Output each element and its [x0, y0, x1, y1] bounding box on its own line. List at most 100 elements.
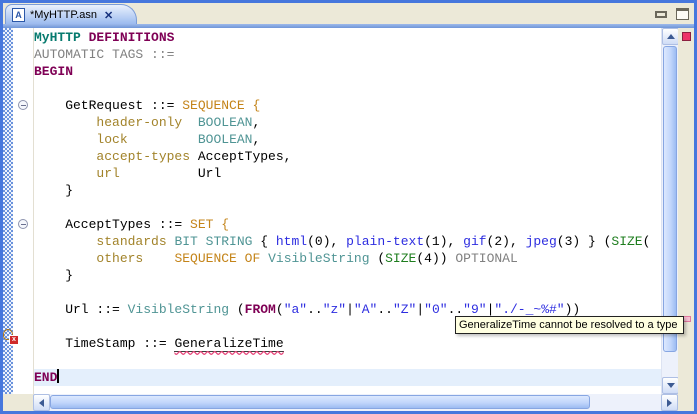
scroll-right-button[interactable] — [661, 394, 678, 411]
code-token: SIZE — [385, 251, 417, 266]
code-token: VisibleString — [268, 251, 370, 266]
horizontal-scrollbar[interactable] — [50, 394, 661, 411]
arrow-down-icon — [666, 383, 675, 388]
code-token: "a" — [283, 302, 308, 317]
code-token: , — [252, 132, 261, 147]
fold-collapse-icon[interactable] — [18, 219, 28, 229]
error-tooltip: GeneralizeTime cannot be resolved to a t… — [455, 316, 684, 334]
code-token: "./-_~%#" — [494, 302, 565, 317]
minimize-icon[interactable] — [655, 11, 667, 18]
vertical-scrollbar[interactable] — [661, 28, 679, 394]
horizontal-scrollbar-thumb[interactable] — [50, 395, 590, 409]
code-token: .. — [307, 302, 323, 317]
code-token: BOOLEAN — [197, 115, 253, 130]
code-token: .. — [377, 302, 393, 317]
code-token: ( — [275, 302, 284, 317]
code-token: MyHTTP — [34, 30, 81, 45]
code-token: )) — [564, 302, 581, 317]
tab-title: *MyHTTP.asn — [30, 9, 98, 21]
code-token: } — [34, 183, 74, 198]
editor-window: A *MyHTTP.asn ✕ x MyHTTP DEFINITIONS AUTO… — [0, 0, 697, 414]
code-token: gif — [463, 234, 487, 249]
scroll-left-button[interactable] — [33, 394, 50, 411]
code-token: } — [34, 268, 74, 283]
code-token: ( — [229, 302, 245, 317]
code-token: BEGIN — [34, 64, 74, 79]
code-token: | — [416, 302, 425, 317]
tab-close-icon[interactable]: ✕ — [104, 9, 113, 22]
error-task-icon[interactable]: x — [3, 329, 19, 345]
code-token: html — [275, 234, 308, 249]
code-token: others — [96, 251, 144, 266]
arrow-right-icon — [667, 398, 672, 407]
code-token: TimeStamp ::= — [34, 336, 175, 351]
code-token: accept-types — [96, 149, 191, 164]
editor-tab-myhttp[interactable]: A *MyHTTP.asn ✕ — [5, 4, 137, 25]
error-token: GeneralizeTime — [174, 336, 284, 352]
code-token: (3) } ( — [556, 234, 612, 249]
code-token: Url ::= — [34, 302, 128, 317]
code-token: header-only — [96, 115, 183, 130]
overview-ruler — [678, 28, 694, 394]
code-line: BEGIN — [34, 63, 661, 80]
code-editor-area[interactable]: MyHTTP DEFINITIONS AUTOMATIC TAGS ::= BEGI… — [34, 28, 661, 394]
code-line: TimeStamp ::= GeneralizeTime — [34, 335, 661, 352]
scroll-down-button[interactable] — [662, 377, 679, 394]
minus-glyph — [20, 104, 26, 106]
scrollbar-corner — [3, 394, 33, 411]
editor-tab-bar: A *MyHTTP.asn ✕ — [3, 3, 694, 25]
code-token: BOOLEAN — [197, 132, 253, 147]
code-line: header-only BOOLEAN, — [34, 114, 661, 131]
code-token: AUTOMATIC TAGS ::= — [34, 47, 175, 62]
code-token: | — [346, 302, 354, 317]
code-token: (0), — [307, 234, 347, 249]
error-x-badge-icon: x — [9, 335, 19, 345]
code-line: GetRequest ::= SEQUENCE { — [34, 97, 661, 114]
code-token: END — [34, 370, 58, 385]
arrow-up-icon — [666, 34, 675, 39]
code-token: FROM — [244, 302, 276, 317]
code-token: plain-text — [346, 234, 425, 249]
code-token: BIT STRING — [174, 234, 253, 249]
code-token: , — [252, 115, 261, 130]
code-token: VisibleString — [127, 302, 230, 317]
scroll-up-button[interactable] — [662, 28, 679, 45]
code-token: standards — [96, 234, 167, 249]
code-token: jpeg — [525, 234, 557, 249]
code-token: Url — [119, 166, 222, 181]
code-token: SEQUENCE { — [182, 98, 261, 113]
code-line: lock BOOLEAN, — [34, 131, 661, 148]
code-line: MyHTTP DEFINITIONS — [34, 29, 661, 46]
maximize-icon[interactable] — [676, 8, 689, 20]
code-line: others SEQUENCE OF VisibleString (SIZE(4… — [34, 250, 661, 267]
code-token: "A" — [353, 302, 378, 317]
code-token: url — [96, 166, 120, 181]
code-line: } — [34, 267, 661, 284]
overview-error-indicator — [682, 32, 691, 41]
fold-collapse-icon[interactable] — [18, 100, 28, 110]
code-token: AcceptTypes ::= — [34, 217, 191, 232]
code-token: (4)) — [416, 251, 456, 266]
code-line: AcceptTypes ::= SET { — [34, 216, 661, 233]
asn-file-icon: A — [12, 8, 25, 22]
vertical-scrollbar-thumb[interactable] — [663, 46, 677, 352]
code-token: { — [252, 234, 276, 249]
text-caret — [57, 369, 60, 383]
horizontal-scrollbar-row — [3, 394, 694, 411]
code-token: (1), — [424, 234, 464, 249]
code-token: DEFINITIONS — [88, 30, 175, 45]
